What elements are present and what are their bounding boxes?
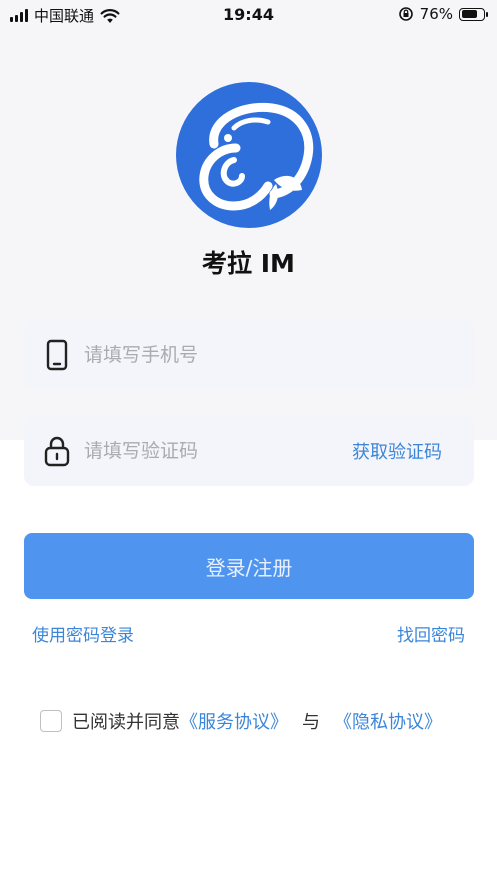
status-bar: 中国联通 19:44 76% [0,0,497,30]
recover-password-link[interactable]: 找回密码 [397,621,465,646]
agreement-prefix: 已阅读并同意 [72,712,180,733]
agreement-row: 已阅读并同意 《服务协议》 与 《隐私协议》 [40,708,442,734]
battery-level [461,10,478,18]
app-logo [176,82,322,228]
agreement-checkbox[interactable] [40,710,62,732]
battery-percent: 76% [419,5,453,23]
status-right: 76% [398,5,488,23]
login-register-button[interactable]: 登录/注册 [24,533,474,599]
battery-icon [459,7,488,21]
agreement-conjunction: 与 [302,712,320,733]
privacy-agreement-link[interactable]: 《隐私协议》 [334,708,442,734]
phone-icon [44,339,70,371]
orientation-lock-icon [398,7,413,21]
app-title: 考拉 IM [202,249,295,278]
password-login-link[interactable]: 使用密码登录 [32,621,134,646]
phone-input[interactable] [84,335,474,375]
phone-field[interactable] [24,320,474,390]
lock-icon [44,435,70,467]
verification-code-input[interactable] [84,431,352,471]
service-agreement-link[interactable]: 《服务协议》 [180,708,288,734]
get-code-button[interactable]: 获取验证码 [352,438,442,464]
verification-code-field[interactable]: 获取验证码 [24,416,474,486]
koala-logo-icon [199,102,314,211]
